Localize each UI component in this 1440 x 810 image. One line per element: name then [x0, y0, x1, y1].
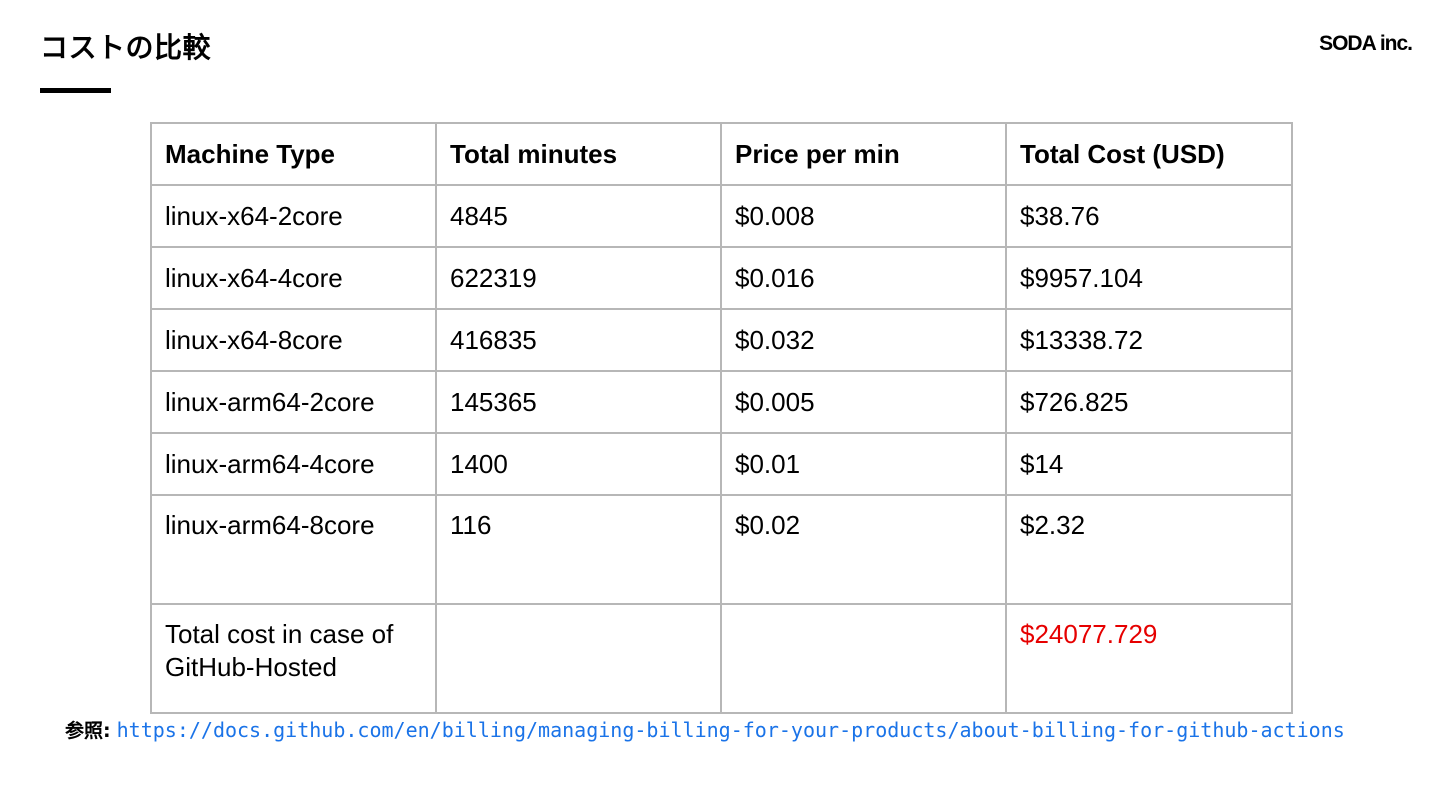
cell-price-per-min: $0.005	[720, 370, 1007, 434]
cell-total-minutes: 416835	[435, 308, 722, 372]
cell-machine-type: linux-x64-8core	[150, 308, 437, 372]
cell-total-cost: $13338.72	[1005, 308, 1293, 372]
table-row: linux-arm64-8core 116 $0.02 $2.32	[150, 494, 1293, 605]
cell-price-per-min: $0.016	[720, 246, 1007, 310]
cost-comparison-table: Machine Type Total minutes Price per min…	[150, 122, 1293, 714]
cell-machine-type: linux-x64-2core	[150, 184, 437, 248]
total-price-cell	[720, 603, 1007, 714]
cell-total-minutes: 622319	[435, 246, 722, 310]
table-row: linux-x64-8core 416835 $0.032 $13338.72	[150, 308, 1293, 372]
cell-machine-type: linux-arm64-2core	[150, 370, 437, 434]
brand-logo: SODA inc.	[1319, 32, 1413, 55]
cell-price-per-min: $0.01	[720, 432, 1007, 496]
cell-price-per-min: $0.008	[720, 184, 1007, 248]
cell-total-cost: $14	[1005, 432, 1293, 496]
header-total-minutes: Total minutes	[435, 122, 722, 186]
cell-price-per-min: $0.032	[720, 308, 1007, 372]
header-machine-type: Machine Type	[150, 122, 437, 186]
table-row: linux-arm64-4core 1400 $0.01 $14	[150, 432, 1293, 496]
cell-machine-type: linux-arm64-4core	[150, 432, 437, 496]
title-underline	[40, 88, 111, 93]
cell-total-cost: $726.825	[1005, 370, 1293, 434]
cell-total-cost: $38.76	[1005, 184, 1293, 248]
reference-link[interactable]: https://docs.github.com/en/billing/manag…	[117, 718, 1345, 742]
table-row: linux-x64-2core 4845 $0.008 $38.76	[150, 184, 1293, 248]
slide-title: コストの比較	[40, 31, 212, 64]
table-row: linux-x64-4core 622319 $0.016 $9957.104	[150, 246, 1293, 310]
cell-total-minutes: 145365	[435, 370, 722, 434]
reference-label: 参照:	[65, 720, 111, 742]
total-label-line2: GitHub-Hosted	[165, 652, 337, 682]
cell-total-minutes: 116	[435, 494, 722, 605]
cell-price-per-min: $0.02	[720, 494, 1007, 605]
header-total-cost: Total Cost (USD)	[1005, 122, 1293, 186]
total-row: Total cost in case of GitHub-Hosted $240…	[150, 603, 1293, 714]
total-minutes-cell	[435, 603, 722, 714]
cell-total-cost: $9957.104	[1005, 246, 1293, 310]
table-header-row: Machine Type Total minutes Price per min…	[150, 122, 1293, 186]
table-row: linux-arm64-2core 145365 $0.005 $726.825	[150, 370, 1293, 434]
total-cost-cell: $24077.729	[1005, 603, 1293, 714]
cell-machine-type: linux-arm64-8core	[150, 494, 437, 605]
reference-line: 参照: https://docs.github.com/en/billing/ma…	[65, 716, 1345, 745]
total-label-cell: Total cost in case of GitHub-Hosted	[150, 603, 437, 714]
header-price-per-min: Price per min	[720, 122, 1007, 186]
total-label-line1: Total cost in case of	[165, 619, 394, 649]
cell-machine-type: linux-x64-4core	[150, 246, 437, 310]
cell-total-minutes: 4845	[435, 184, 722, 248]
cell-total-cost: $2.32	[1005, 494, 1293, 605]
cell-total-minutes: 1400	[435, 432, 722, 496]
